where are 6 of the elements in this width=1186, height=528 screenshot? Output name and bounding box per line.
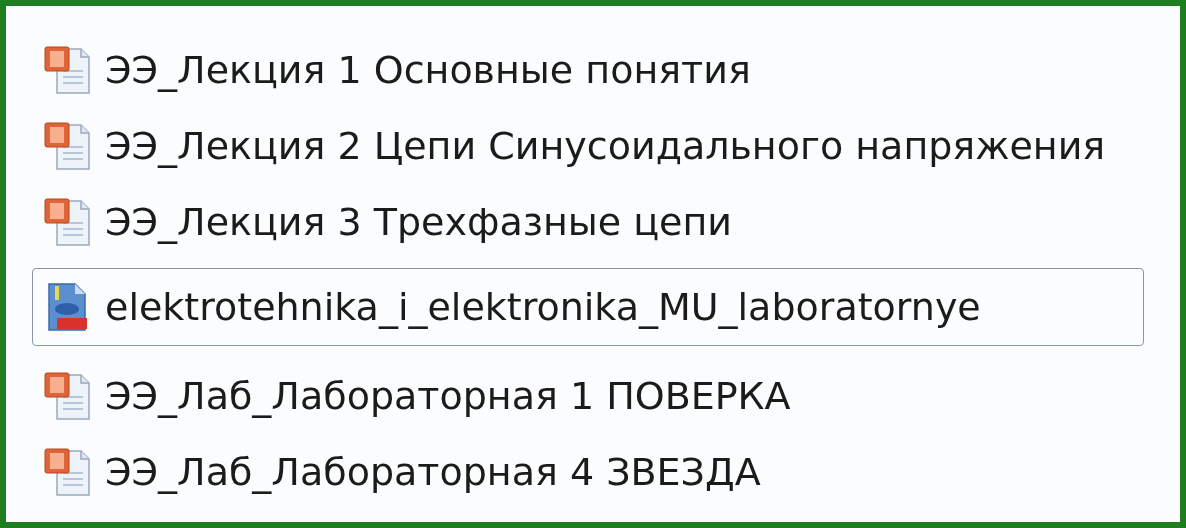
presentation-file-icon [43, 371, 91, 421]
file-item[interactable]: elektrotehnika_i_elektronika_MU_laboratornye [32, 268, 1144, 346]
presentation-file-icon [43, 197, 91, 247]
presentation-file-icon [43, 45, 91, 95]
presentation-file-icon [43, 447, 91, 497]
presentation-file-icon [43, 121, 91, 171]
